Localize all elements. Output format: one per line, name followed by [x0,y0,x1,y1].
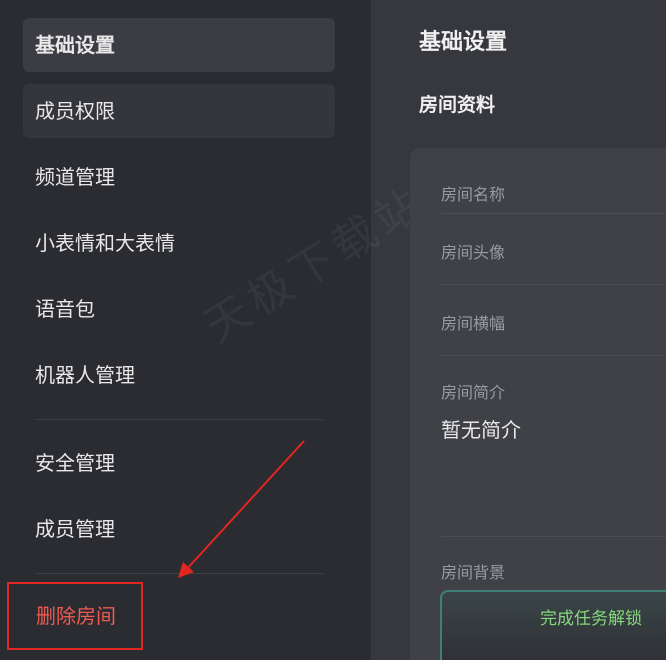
room-avatar-label: 房间头像 [441,243,506,262]
section-title-room-profile: 房间资料 [419,94,496,116]
room-background-label: 房间背景 [441,563,506,582]
room-banner-label: 房间横幅 [441,314,506,333]
room-profile-card [410,148,666,660]
unlock-task-text: 完成任务解锁 [540,609,642,629]
room-name-label: 房间名称 [441,185,506,204]
page-title: 基础设置 [419,30,508,55]
field-divider [441,284,666,285]
field-divider [441,536,666,537]
room-intro-label: 房间简介 [441,383,506,402]
room-intro-value[interactable]: 暂无简介 [441,414,521,443]
field-divider [441,213,666,214]
field-divider [441,355,666,356]
